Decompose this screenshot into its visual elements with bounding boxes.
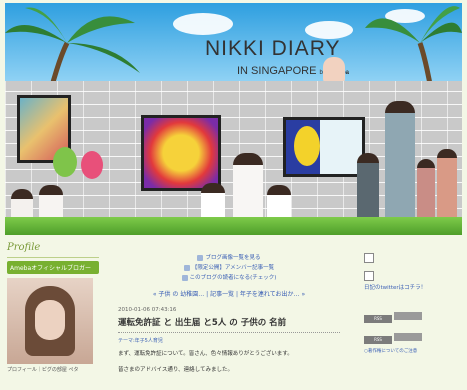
woman-figure xyxy=(385,101,415,231)
profile-heading: Profile xyxy=(7,242,99,258)
grass-strip xyxy=(5,217,462,235)
official-blogger-badge[interactable]: Amebaオフィシャルブロガー xyxy=(7,261,99,274)
amember-articles-link[interactable]: 【限定公開】アメンバー記事一覧 xyxy=(118,263,340,273)
copyright-notice-link[interactable]: ○著作権についてのご注意 xyxy=(364,348,460,354)
blog-header-banner[interactable]: NIKKI DIARY IN SINGAPORE by Ameba xyxy=(5,3,462,235)
entry-title[interactable]: 運転免許証 と 出生届 と5人 の 子供の 名前 xyxy=(118,316,340,333)
entry-body: まず、運転免許証について。皆さん、色々情報ありがとうございます。 皆さまのアドバ… xyxy=(118,349,340,373)
reader-button[interactable] xyxy=(394,333,422,341)
child-figure xyxy=(357,153,379,227)
profile-links[interactable]: プロフィール｜ピグの部屋 ペタ xyxy=(7,366,99,373)
reader-button[interactable] xyxy=(394,312,422,320)
subscribe-reader-link[interactable]: このブログの読者になる(チェック) xyxy=(118,273,340,283)
balloon-green xyxy=(53,147,77,177)
lock-icon xyxy=(183,264,190,271)
entry-theme[interactable]: テーマ:年子5人育児 xyxy=(118,337,340,344)
artwork-moon-night xyxy=(283,117,365,177)
cloud-decoration xyxy=(173,13,233,35)
reader-icon xyxy=(181,274,188,281)
balloon-pink xyxy=(81,151,103,179)
profile-avatar[interactable] xyxy=(7,278,93,364)
artwork-sun-face xyxy=(141,115,221,191)
child-figure xyxy=(417,159,435,226)
broken-image-icon xyxy=(364,253,374,263)
entry-body-line: 皆さまのアドバイス通り、連絡してみました。 xyxy=(118,367,233,373)
baby-figure xyxy=(323,57,345,83)
broken-image-icon xyxy=(364,271,374,281)
blog-title: NIKKI DIARY xyxy=(205,37,341,60)
entry-date: 2010-01-06 07:43:16 xyxy=(118,307,177,313)
profile-sidebar: Profile Amebaオフィシャルブロガー プロフィール｜ピグの部屋 ペタ xyxy=(7,242,99,388)
child-figure xyxy=(437,149,457,226)
rss-buttons: RSS xyxy=(364,305,460,324)
blog-images-link[interactable]: ブログ画像一覧を見る xyxy=(118,253,340,263)
main-content: ブログ画像一覧を見る 【限定公開】アメンバー記事一覧 このブログの読者になる(チ… xyxy=(118,253,340,373)
rss-buttons-row-2: RSS xyxy=(364,326,460,345)
entry-body-line: まず、運転免許証について。皆さん、色々情報ありがとうございます。 xyxy=(118,351,293,357)
rss-button[interactable]: RSS xyxy=(364,315,392,323)
avatar-face xyxy=(35,300,65,340)
rss-button[interactable]: RSS xyxy=(364,336,392,344)
moon-shape xyxy=(294,126,320,166)
subscribe-reader-link-text: このブログの読者になる(チェック) xyxy=(189,275,277,281)
article-navigation[interactable]: « 子供 の 幼稚園… | 記事一覧 | 年子を連れてお出か… » xyxy=(118,289,340,298)
image-list-icon xyxy=(197,254,204,261)
twitter-link[interactable]: 日記のtwitterはコチラ！ xyxy=(364,283,460,291)
blog-images-link-text: ブログ画像一覧を見る xyxy=(205,255,261,261)
amember-articles-link-text: 【限定公開】アメンバー記事一覧 xyxy=(191,265,275,271)
right-sidebar: 日記のtwitterはコチラ！ RSS RSS ○著作権についてのご注意 xyxy=(364,253,460,354)
blog-subtitle-text: IN SINGAPORE xyxy=(237,65,317,77)
